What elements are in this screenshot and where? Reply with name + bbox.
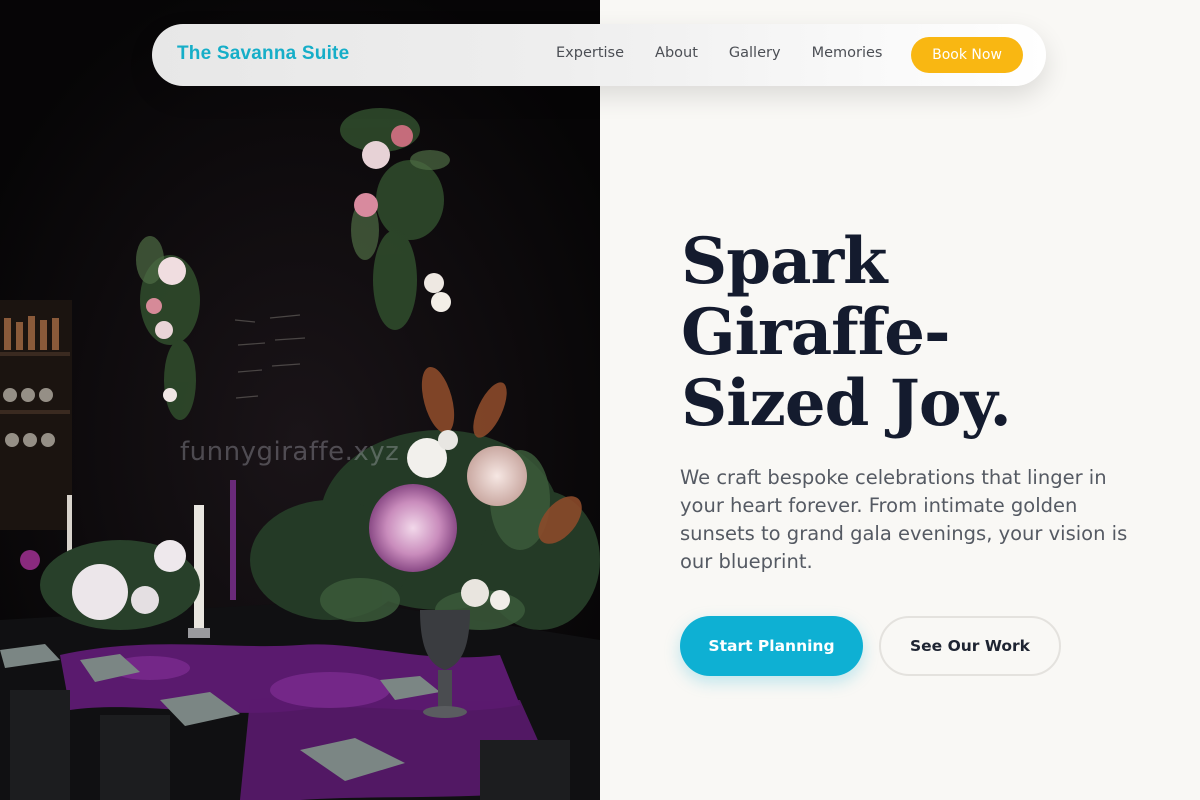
hero-title-line: Spark bbox=[681, 224, 888, 299]
top-navbar: The Savanna Suite Expertise About Galler… bbox=[152, 24, 1046, 86]
hero-title-line: Sized Joy. bbox=[681, 366, 1012, 441]
see-our-work-button[interactable]: See Our Work bbox=[879, 616, 1061, 676]
hero-description: We craft bespoke celebrations that linge… bbox=[680, 466, 1128, 573]
nav-links: Expertise About Gallery Memories bbox=[556, 45, 913, 61]
book-now-button[interactable]: Book Now bbox=[911, 37, 1023, 73]
hero-title-line: Giraffe- bbox=[681, 295, 951, 370]
start-planning-button[interactable]: Start Planning bbox=[680, 616, 863, 676]
watermark-text: funnygiraffe.xyz bbox=[180, 437, 400, 467]
nav-link-expertise[interactable]: Expertise bbox=[556, 45, 624, 61]
event-table-image bbox=[0, 0, 600, 800]
hero-photo: funnygiraffe.xyz bbox=[0, 0, 600, 800]
nav-link-about[interactable]: About bbox=[655, 45, 698, 61]
nav-link-memories[interactable]: Memories bbox=[812, 45, 883, 61]
nav-link-gallery[interactable]: Gallery bbox=[729, 45, 781, 61]
brand-logo[interactable]: The Savanna Suite bbox=[177, 43, 349, 65]
hero-title: Spark Giraffe- Sized Joy. bbox=[681, 226, 1101, 439]
